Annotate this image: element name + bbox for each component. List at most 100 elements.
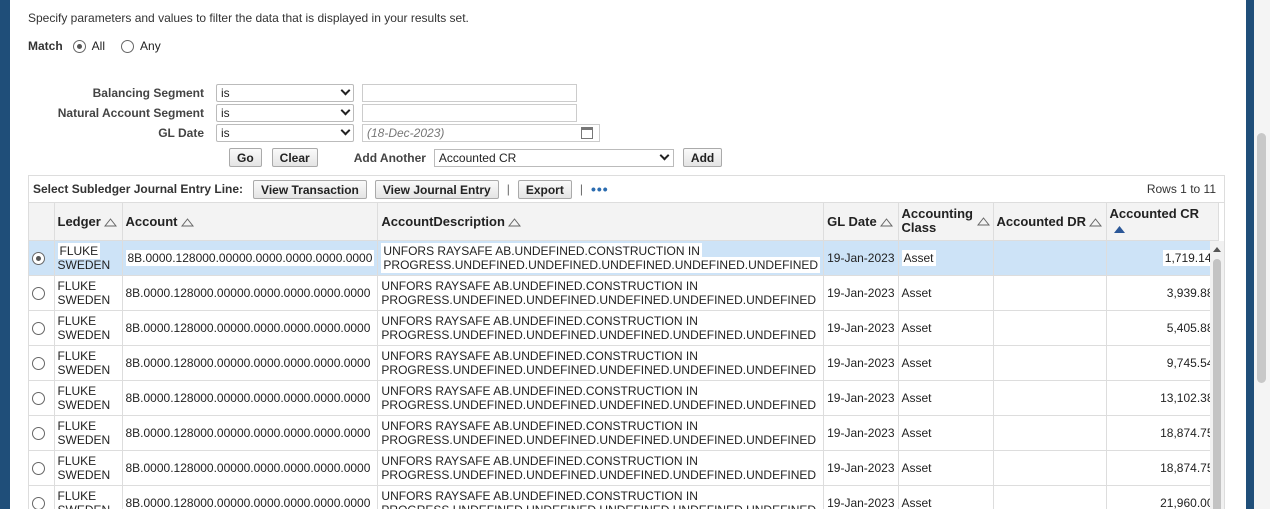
row-select-cell xyxy=(29,450,55,486)
match-any-radio[interactable] xyxy=(121,39,135,53)
table-row[interactable]: FLUKESWEDEN8B.0000.128000.00000.0000.000… xyxy=(29,345,1219,381)
accounted-cr-value: 5,405.88 xyxy=(1166,320,1214,335)
accounting-class-cell: Asset xyxy=(898,450,994,486)
accounting-class-value: Asset xyxy=(901,460,932,475)
column-label: Accounting Class xyxy=(901,206,974,236)
table-row[interactable]: FLUKESWEDEN8B.0000.128000.00000.0000.000… xyxy=(29,310,1219,346)
calendar-icon[interactable] xyxy=(581,127,593,139)
table-scrollbar[interactable] xyxy=(1210,241,1224,509)
row-select-radio[interactable] xyxy=(32,251,45,265)
accounted-cr-value: 13,102.38 xyxy=(1160,390,1214,405)
accounted-dr-cell xyxy=(993,485,1107,509)
row-select-radio[interactable] xyxy=(32,461,45,475)
account-cell: 8B.0000.128000.00000.0000.0000.0000.0000 xyxy=(122,240,379,276)
balancing-segment-input[interactable] xyxy=(362,84,577,102)
add-another-select[interactable]: Accounted CR xyxy=(433,148,674,167)
go-button[interactable]: Go xyxy=(229,148,262,167)
row-select-radio[interactable] xyxy=(32,356,45,370)
sort-icon[interactable] xyxy=(1089,218,1103,227)
account-value: 8B.0000.128000.00000.0000.0000.0000.0000 xyxy=(125,320,371,335)
account-cell: 8B.0000.128000.00000.0000.0000.0000.0000 xyxy=(122,275,379,311)
scrollbar-thumb[interactable] xyxy=(1213,259,1221,509)
sort-ascending-icon[interactable] xyxy=(1113,225,1126,234)
natural-account-input[interactable] xyxy=(362,104,577,122)
description-line-1: UNFORS RAYSAFE AB.UNDEFINED.CONSTRUCTION… xyxy=(381,278,698,293)
chevron-down-icon xyxy=(340,85,351,96)
table-header-row: Ledger Account AccountDescription GL Dat… xyxy=(29,203,1219,241)
description-cell: UNFORS RAYSAFE AB.UNDEFINED.CONSTRUCTION… xyxy=(377,275,825,311)
row-select-radio[interactable] xyxy=(32,496,45,509)
row-select-cell xyxy=(29,380,55,416)
table-row[interactable]: FLUKESWEDEN8B.0000.128000.00000.0000.000… xyxy=(29,240,1219,276)
description-line-1: UNFORS RAYSAFE AB.UNDEFINED.CONSTRUCTION… xyxy=(381,348,698,363)
account-cell: 8B.0000.128000.00000.0000.0000.0000.0000 xyxy=(122,345,379,381)
column-header-accounting-class[interactable]: Accounting Class xyxy=(898,203,994,241)
match-label: Match xyxy=(28,39,63,53)
table-row[interactable]: FLUKESWEDEN8B.0000.128000.00000.0000.000… xyxy=(29,275,1219,311)
sort-icon[interactable] xyxy=(507,218,521,227)
row-select-radio[interactable] xyxy=(32,426,45,440)
accounted-cr-value: 18,874.75 xyxy=(1160,460,1214,475)
operator-select[interactable]: is xyxy=(216,104,354,122)
view-journal-entry-button[interactable]: View Journal Entry xyxy=(374,179,499,199)
column-header-account[interactable]: Account xyxy=(122,203,379,241)
sort-icon[interactable] xyxy=(180,218,194,227)
column-header-accounted-cr[interactable]: Accounted CR xyxy=(1106,203,1219,241)
ledger-line-1: FLUKE xyxy=(57,453,97,468)
ledger-line-1: FLUKE xyxy=(57,488,97,503)
gl-date-input[interactable]: (18-Dec-2023) xyxy=(362,124,600,142)
operator-value: is xyxy=(221,126,230,140)
more-actions-icon[interactable]: ••• xyxy=(591,181,609,197)
clear-button[interactable]: Clear xyxy=(271,148,318,167)
page-scrollbar[interactable] xyxy=(1254,0,1270,509)
operator-value: is xyxy=(221,106,230,120)
chevron-down-icon xyxy=(659,150,670,160)
add-button[interactable]: Add xyxy=(682,148,723,167)
row-select-radio[interactable] xyxy=(32,391,45,405)
column-label: Accounted CR xyxy=(1109,206,1200,222)
table-row[interactable]: FLUKESWEDEN8B.0000.128000.00000.0000.000… xyxy=(29,485,1219,509)
description-cell: UNFORS RAYSAFE AB.UNDEFINED.CONSTRUCTION… xyxy=(377,380,825,416)
accounting-class-value: Asset xyxy=(901,355,932,370)
ledger-line-2: SWEDEN xyxy=(57,327,111,342)
table-row[interactable]: FLUKESWEDEN8B.0000.128000.00000.0000.000… xyxy=(29,380,1219,416)
operator-select[interactable]: is xyxy=(216,124,354,142)
accounted-cr-cell: 1,719.14 xyxy=(1106,240,1219,276)
filter-label: GL Date xyxy=(158,126,204,140)
page-scrollbar-thumb[interactable] xyxy=(1257,133,1266,383)
column-label: GL Date xyxy=(827,213,877,229)
row-select-radio[interactable] xyxy=(32,321,45,335)
add-another-label: Add Another xyxy=(353,150,426,165)
accounted-dr-cell xyxy=(993,275,1107,311)
accounted-cr-value: 18,874.75 xyxy=(1160,425,1214,440)
table-row[interactable]: FLUKESWEDEN8B.0000.128000.00000.0000.000… xyxy=(29,450,1219,486)
ledger-cell: FLUKESWEDEN xyxy=(54,345,123,381)
accounted-dr-cell xyxy=(993,450,1107,486)
gl-date-value: (18-Dec-2023) xyxy=(367,126,445,140)
ledger-cell: FLUKESWEDEN xyxy=(54,450,123,486)
row-select-radio[interactable] xyxy=(32,286,45,300)
column-header-gl-date[interactable]: GL Date xyxy=(823,203,899,241)
export-button[interactable]: Export xyxy=(517,179,572,199)
column-header-accounted-dr[interactable]: Accounted DR xyxy=(993,203,1107,241)
account-cell: 8B.0000.128000.00000.0000.0000.0000.0000 xyxy=(122,450,379,486)
results-table: Ledger Account AccountDescription GL Dat… xyxy=(29,203,1219,509)
sort-icon[interactable] xyxy=(879,218,893,227)
ledger-line-1: FLUKE xyxy=(57,418,97,433)
sort-icon[interactable] xyxy=(103,218,117,227)
column-header-account-description[interactable]: AccountDescription xyxy=(377,203,825,241)
ledger-cell: FLUKESWEDEN xyxy=(54,380,123,416)
scroll-up-icon[interactable] xyxy=(1213,247,1221,252)
sort-icon[interactable] xyxy=(976,216,990,226)
accounted-dr-cell xyxy=(993,240,1107,276)
column-header-ledger[interactable]: Ledger xyxy=(54,203,123,241)
view-transaction-button[interactable]: View Transaction xyxy=(253,179,367,199)
gl-date-cell: 19-Jan-2023 xyxy=(823,450,899,486)
operator-select[interactable]: is xyxy=(216,84,354,102)
accounted-cr-cell: 18,874.75 xyxy=(1106,415,1219,451)
account-cell: 8B.0000.128000.00000.0000.0000.0000.0000 xyxy=(122,485,379,509)
table-row[interactable]: FLUKESWEDEN8B.0000.128000.00000.0000.000… xyxy=(29,415,1219,451)
match-all-radio[interactable] xyxy=(72,39,86,53)
description-cell: UNFORS RAYSAFE AB.UNDEFINED.CONSTRUCTION… xyxy=(377,415,825,451)
filter-row-natural-account: Natural Account Segment is xyxy=(10,103,577,123)
